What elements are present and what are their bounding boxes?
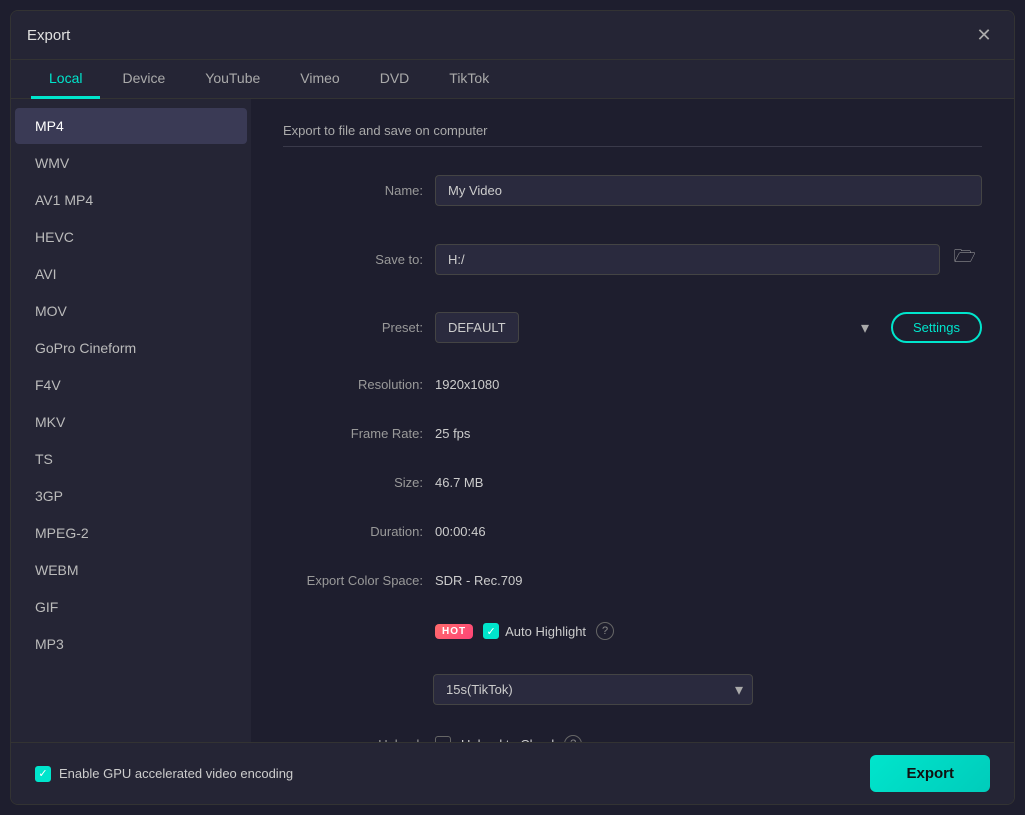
preset-row: Preset: DEFAULT Settings bbox=[283, 312, 982, 343]
format-f4v[interactable]: F4V bbox=[15, 367, 247, 403]
gpu-checkbox[interactable]: ✓ bbox=[35, 766, 51, 782]
preset-select[interactable]: DEFAULT bbox=[435, 312, 519, 343]
duration-select-wrapper: 15s(TikTok) bbox=[433, 674, 753, 705]
settings-button[interactable]: Settings bbox=[891, 312, 982, 343]
content-area: MP4 WMV AV1 MP4 HEVC AVI MOV GoPro Cinef… bbox=[11, 99, 1014, 742]
upload-row: Upload: Upload to Cloud ? bbox=[283, 735, 982, 742]
size-label: Size: bbox=[283, 475, 423, 490]
title-bar: Export ✕ bbox=[11, 11, 1014, 60]
preset-select-wrapper: DEFAULT bbox=[435, 312, 879, 343]
color-space-label: Export Color Space: bbox=[283, 573, 423, 588]
resolution-value: 1920x1080 bbox=[435, 377, 499, 392]
auto-highlight-info-icon[interactable]: ? bbox=[596, 622, 614, 640]
auto-highlight-checkbox[interactable]: ✓ bbox=[483, 623, 499, 639]
tab-youtube[interactable]: YouTube bbox=[187, 60, 278, 99]
hot-badge: HOT bbox=[435, 624, 473, 639]
format-hevc[interactable]: HEVC bbox=[15, 219, 247, 255]
auto-highlight-controls: HOT ✓ Auto Highlight ? bbox=[435, 622, 614, 640]
frame-rate-label: Frame Rate: bbox=[283, 426, 423, 441]
preset-field-row: DEFAULT Settings bbox=[435, 312, 982, 343]
format-mpeg2[interactable]: MPEG-2 bbox=[15, 515, 247, 551]
bottom-bar: ✓ Enable GPU accelerated video encoding … bbox=[11, 742, 1014, 804]
upload-cloud-info-icon[interactable]: ? bbox=[564, 735, 582, 742]
format-mov[interactable]: MOV bbox=[15, 293, 247, 329]
format-gopro[interactable]: GoPro Cineform bbox=[15, 330, 247, 366]
save-to-row: Save to: 🗁 bbox=[283, 240, 982, 278]
export-button[interactable]: Export bbox=[870, 755, 990, 792]
format-avi[interactable]: AVI bbox=[15, 256, 247, 292]
name-row: Name: bbox=[283, 175, 982, 206]
preset-label: Preset: bbox=[283, 320, 423, 335]
dialog-title: Export bbox=[27, 27, 70, 44]
tab-dvd[interactable]: DVD bbox=[362, 60, 428, 99]
auto-highlight-text: Auto Highlight bbox=[505, 624, 586, 639]
tab-local[interactable]: Local bbox=[31, 60, 100, 99]
size-value: 46.7 MB bbox=[435, 475, 483, 490]
save-to-field-row: 🗁 bbox=[435, 240, 982, 278]
section-title: Export to file and save on computer bbox=[283, 123, 982, 147]
duration-value: 00:00:46 bbox=[435, 524, 486, 539]
format-mp4[interactable]: MP4 bbox=[15, 108, 247, 144]
close-button[interactable]: ✕ bbox=[970, 21, 998, 49]
resolution-label: Resolution: bbox=[283, 377, 423, 392]
frame-rate-value: 25 fps bbox=[435, 426, 470, 441]
format-3gp[interactable]: 3GP bbox=[15, 478, 247, 514]
format-mkv[interactable]: MKV bbox=[15, 404, 247, 440]
color-space-value: SDR - Rec.709 bbox=[435, 573, 522, 588]
folder-button[interactable]: 🗁 bbox=[948, 240, 982, 278]
tab-device[interactable]: Device bbox=[104, 60, 183, 99]
name-input[interactable] bbox=[435, 175, 982, 206]
resolution-row: Resolution: 1920x1080 bbox=[283, 377, 982, 392]
upload-controls: Upload to Cloud ? bbox=[435, 735, 582, 742]
format-av1mp4[interactable]: AV1 MP4 bbox=[15, 182, 247, 218]
format-wmv[interactable]: WMV bbox=[15, 145, 247, 181]
save-to-input[interactable] bbox=[435, 244, 940, 275]
tab-tiktok[interactable]: TikTok bbox=[431, 60, 507, 99]
auto-highlight-row: HOT ✓ Auto Highlight ? bbox=[283, 622, 982, 640]
gpu-label-text: Enable GPU accelerated video encoding bbox=[59, 766, 293, 781]
duration-row: Duration: 00:00:46 bbox=[283, 524, 982, 539]
duration-label: Duration: bbox=[283, 524, 423, 539]
name-label: Name: bbox=[283, 183, 423, 198]
format-webm[interactable]: WEBM bbox=[15, 552, 247, 588]
main-panel: Export to file and save on computer Name… bbox=[251, 99, 1014, 742]
format-mp3[interactable]: MP3 bbox=[15, 626, 247, 662]
auto-highlight-checkbox-label[interactable]: ✓ Auto Highlight bbox=[483, 623, 586, 639]
frame-rate-row: Frame Rate: 25 fps bbox=[283, 426, 982, 441]
size-row: Size: 46.7 MB bbox=[283, 475, 982, 490]
format-ts[interactable]: TS bbox=[15, 441, 247, 477]
gpu-checkbox-label[interactable]: ✓ Enable GPU accelerated video encoding bbox=[35, 766, 293, 782]
format-gif[interactable]: GIF bbox=[15, 589, 247, 625]
duration-select[interactable]: 15s(TikTok) bbox=[433, 674, 753, 705]
save-to-label: Save to: bbox=[283, 252, 423, 267]
tab-vimeo[interactable]: Vimeo bbox=[282, 60, 357, 99]
color-space-row: Export Color Space: SDR - Rec.709 bbox=[283, 573, 982, 588]
format-list: MP4 WMV AV1 MP4 HEVC AVI MOV GoPro Cinef… bbox=[11, 99, 251, 742]
dialog-overlay: Export ✕ Local Device YouTube Vimeo DVD … bbox=[0, 0, 1025, 815]
export-dialog: Export ✕ Local Device YouTube Vimeo DVD … bbox=[10, 10, 1015, 805]
tabs-bar: Local Device YouTube Vimeo DVD TikTok bbox=[11, 60, 1014, 99]
